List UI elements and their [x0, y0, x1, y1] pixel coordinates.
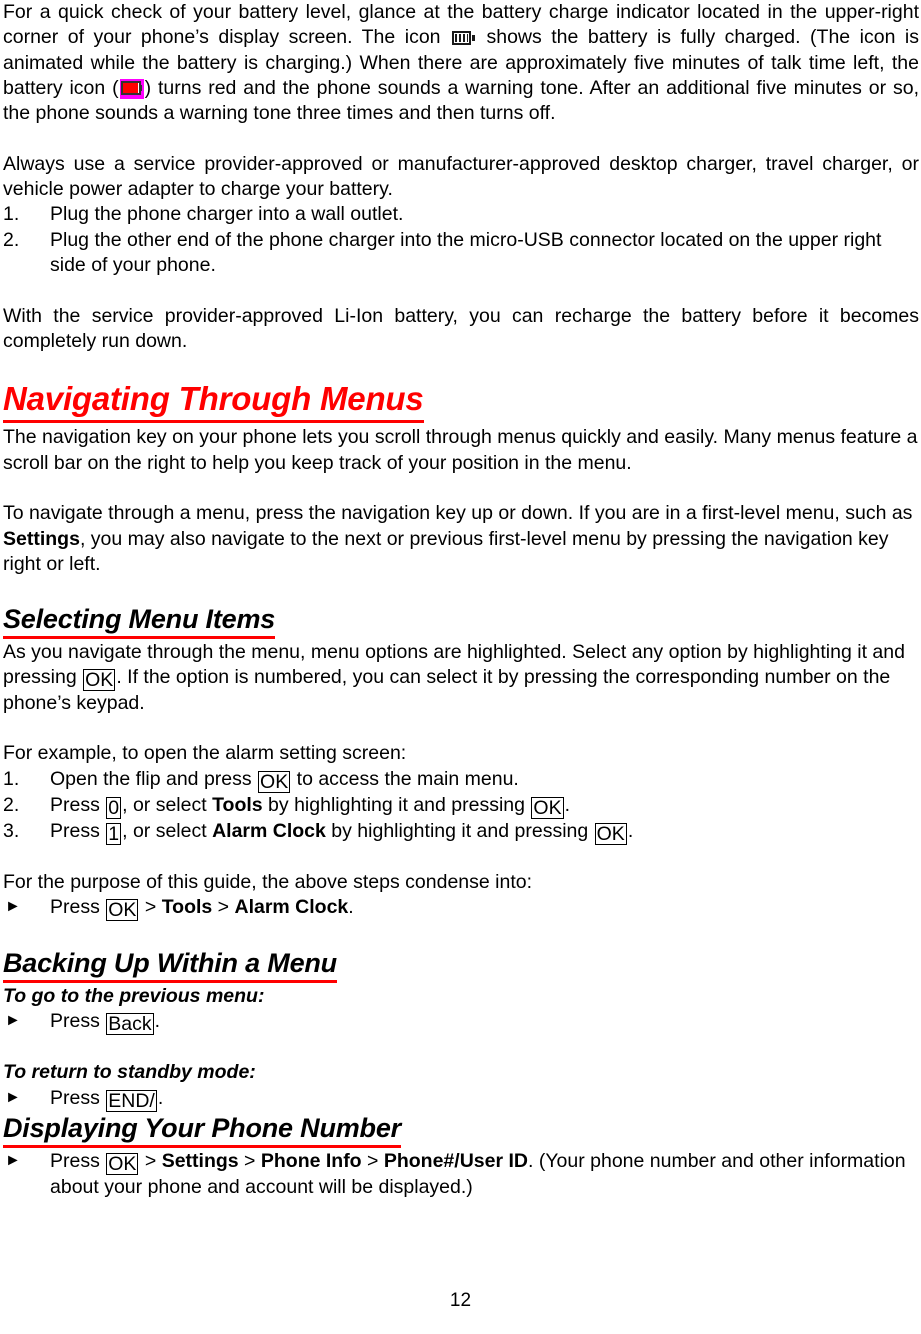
bullet-text-post: . — [348, 896, 354, 919]
list-text-pre: Press — [50, 819, 106, 842]
key-ok[interactable]: OK — [531, 796, 564, 819]
displaying-heading-wrap: Displaying Your Phone Number — [3, 1112, 919, 1149]
phone-info-bold-label: Phone Info — [260, 1149, 362, 1172]
list-text-post: . — [627, 819, 634, 842]
manual-page: For a quick check of your battery level,… — [0, 0, 921, 1334]
list-number: 2. — [3, 793, 20, 816]
charger-approval-paragraph: Always use a service provider-approved o… — [3, 152, 919, 201]
bullet-sep-1: > — [139, 896, 162, 919]
phone-number-bullet-item: ► Press OK > Settings > Phone Info > Phon… — [3, 1149, 919, 1200]
key-back[interactable]: Back — [106, 1012, 154, 1035]
list-text-pre: Press — [50, 793, 106, 816]
page-number: 12 — [449, 1290, 472, 1311]
charging-step-1: 1. Plug the phone charger into a wall out… — [3, 202, 919, 227]
bullet-text-pre: Press — [50, 1086, 106, 1109]
liion-recharge-paragraph: With the service provider-approved Li-Io… — [3, 304, 919, 352]
end-bullet-item: ► Press END/. — [3, 1086, 919, 1112]
section-heading-backing-up-within-a-menu: Backing Up Within a Menu — [3, 947, 337, 983]
bullet-text-post: . — [157, 1086, 164, 1109]
alarm-step-1: 1. Open the flip and press OK to access t… — [3, 767, 919, 793]
key-ok[interactable]: OK — [106, 1152, 139, 1175]
battery-full-icon — [452, 31, 475, 46]
list-number: 1. — [3, 767, 20, 790]
list-text-post: to access the main menu. — [291, 767, 519, 790]
subheading-standby-mode: To return to standby mode: — [3, 1061, 256, 1084]
triangle-bullet-icon: ► — [5, 898, 21, 916]
list-text: Plug the phone charger into a wall outle… — [50, 203, 404, 226]
alarm-step-2: 2. Press 0, or select Tools by highlighti… — [3, 793, 919, 819]
selecting-text-2: . If the option is numbered, you can sel… — [3, 665, 891, 714]
selecting-heading-wrap: Selecting Menu Items — [3, 603, 919, 640]
list-number: 3. — [3, 819, 20, 842]
navigate-text-2: , you may also navigate to the next or p… — [3, 527, 889, 575]
bullet-sep-3: > — [361, 1149, 384, 1172]
triangle-bullet-icon: ► — [5, 1011, 21, 1029]
condense-bullet-item: ► Press OK > Tools > Alarm Clock. — [3, 895, 919, 922]
back-bullet-item: ► Press Back. — [3, 1009, 919, 1035]
key-ok[interactable]: OK — [83, 668, 116, 691]
key-ok[interactable]: OK — [106, 899, 139, 922]
triangle-bullet-icon: ► — [5, 1088, 21, 1106]
key-0[interactable]: 0 — [106, 796, 122, 819]
section-heading-selecting-menu-items: Selecting Menu Items — [3, 603, 275, 639]
tools-bold-label: Tools — [212, 793, 263, 816]
condense-intro-paragraph: For the purpose of this guide, the above… — [3, 871, 533, 894]
alarm-clock-bold-label: Alarm Clock — [212, 819, 326, 842]
key-ok[interactable]: OK — [594, 822, 627, 845]
list-text-mid: , or select — [122, 819, 213, 842]
alarm-step-3: 3. Press 1, or select Alarm Clock by high… — [3, 819, 919, 845]
bullet-sep-2: > — [238, 1149, 261, 1172]
bullet-text-pre: Press — [50, 1009, 106, 1032]
selecting-intro-paragraph: As you navigate through the menu, menu o… — [3, 640, 919, 717]
bullet-sep-1: > — [139, 1149, 162, 1172]
battery-indicator-paragraph: For a quick check of your battery level,… — [3, 0, 919, 126]
key-end[interactable]: END/ — [106, 1089, 157, 1112]
bullet-text-pre: Press — [50, 896, 106, 919]
battery-low-red-icon — [119, 78, 144, 99]
subheading-previous-menu: To go to the previous menu: — [3, 984, 265, 1007]
navigating-heading-wrap: Navigating Through Menus — [3, 379, 919, 425]
alarm-example-intro: For example, to open the alarm setting s… — [3, 742, 407, 765]
navigate-menu-paragraph: To navigate through a menu, press the na… — [3, 501, 919, 577]
list-text-mid: , or select — [122, 793, 213, 816]
backing-up-heading-wrap: Backing Up Within a Menu — [3, 947, 919, 984]
bullet-text-pre: Press — [50, 1149, 106, 1172]
navigation-key-paragraph: The navigation key on your phone lets yo… — [3, 426, 918, 474]
list-text-post: . — [564, 793, 571, 816]
bullet-text-post: . — [154, 1009, 161, 1032]
triangle-bullet-icon: ► — [5, 1151, 21, 1169]
settings-bold-label: Settings — [161, 1149, 239, 1172]
list-text-mid2: by highlighting it and pressing — [262, 793, 531, 816]
section-heading-navigating-through-menus: Navigating Through Menus — [3, 379, 424, 424]
phone-number-user-id-bold-label: Phone#/User ID — [383, 1149, 528, 1172]
bullet-sep-2: > — [212, 896, 235, 919]
list-number: 1. — [3, 203, 20, 226]
charging-step-2: 2. Plug the other end of the phone charge… — [3, 228, 919, 279]
settings-bold-label: Settings — [3, 527, 80, 550]
list-text-mid2: by highlighting it and pressing — [325, 819, 594, 842]
section-heading-displaying-your-phone-number: Displaying Your Phone Number — [3, 1112, 401, 1148]
tools-bold-label: Tools — [161, 896, 213, 919]
list-number: 2. — [3, 228, 20, 251]
list-text-pre: Open the flip and press — [50, 767, 258, 790]
list-text: Plug the other end of the phone charger … — [50, 228, 882, 276]
key-1[interactable]: 1 — [106, 822, 122, 845]
alarm-clock-bold-label: Alarm Clock — [234, 896, 349, 919]
navigate-text-1: To navigate through a menu, press the na… — [3, 502, 913, 525]
key-ok[interactable]: OK — [258, 770, 291, 793]
